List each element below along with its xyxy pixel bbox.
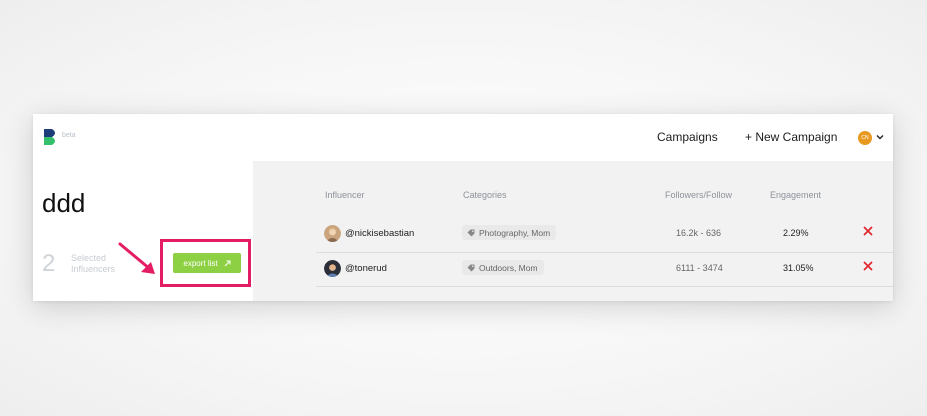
logo-text: beta: [62, 132, 76, 139]
category-tag: Outdoors, Mom: [462, 260, 544, 275]
tag-icon: [467, 264, 475, 271]
tag-icon: [467, 229, 475, 236]
export-list-button[interactable]: export list: [173, 253, 241, 273]
influencer-avatar: [324, 260, 341, 277]
column-header-followers: Followers/Follow: [665, 190, 733, 200]
annotation-arrow-icon: [118, 242, 155, 274]
column-header-influencer: Influencer: [325, 190, 365, 200]
column-header-engagement: Engagement: [770, 190, 822, 200]
column-header-categories: Categories: [463, 190, 507, 200]
category-text: Photography, Mom: [479, 227, 551, 238]
list-summary-panel: ddd 2 Selected Influencers export list: [33, 161, 253, 301]
category-tag: Photography, Mom: [462, 225, 557, 240]
engagement-rate: 31.05%: [783, 263, 814, 273]
category-text: Outdoors, Mom: [479, 262, 538, 273]
followers-count: 16.2k - 636: [676, 228, 722, 238]
nav-campaigns-link[interactable]: Campaigns: [657, 130, 718, 144]
followers-count: 6111 - 3474: [676, 263, 723, 273]
chevron-down-icon[interactable]: [876, 133, 884, 141]
row-divider: [316, 286, 893, 287]
engagement-rate: 2.29%: [783, 228, 809, 238]
user-avatar[interactable]: CN: [858, 131, 872, 145]
remove-icon[interactable]: [862, 225, 874, 237]
influencer-username[interactable]: @nickisebastian: [345, 228, 414, 239]
influencer-table: Influencer Categories Followers/Follow E…: [253, 161, 893, 301]
external-link-icon: [224, 260, 231, 266]
list-card: beta Campaigns + New Campaign CN ddd 2 S…: [33, 114, 893, 301]
list-title: ddd: [42, 188, 86, 218]
influencer-avatar: [324, 225, 341, 242]
export-button-label: export list: [183, 258, 218, 268]
top-bar: beta Campaigns + New Campaign CN: [33, 114, 893, 161]
table-row[interactable]: @nickisebastian Photography, Mom 16.2k -…: [316, 217, 893, 251]
remove-icon[interactable]: [862, 260, 874, 272]
nav-new-campaign-link[interactable]: + New Campaign: [745, 130, 837, 144]
table-row[interactable]: @tonerud Outdoors, Mom 6111 - 3474 31.05…: [316, 252, 893, 286]
logo-icon: [44, 129, 55, 145]
selected-count: 2: [42, 250, 56, 277]
influencer-username[interactable]: @tonerud: [345, 263, 387, 274]
